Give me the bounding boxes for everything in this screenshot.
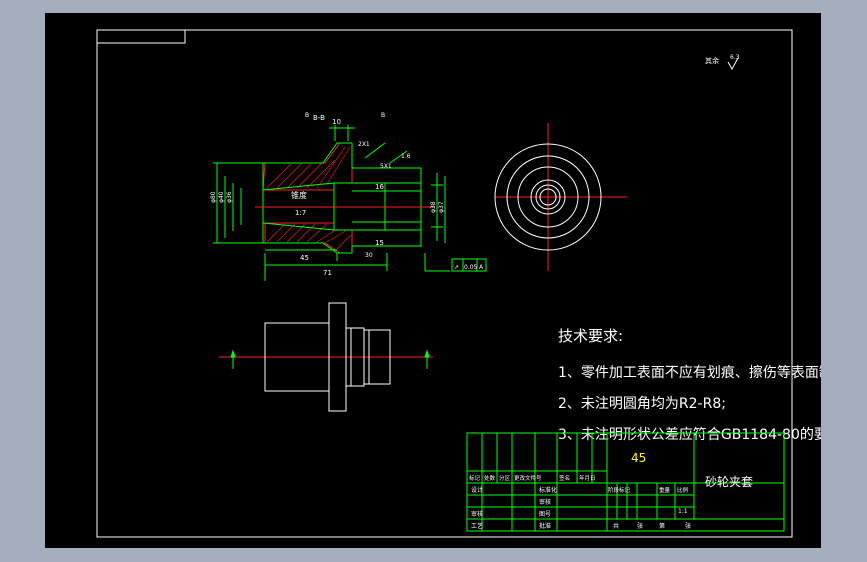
sheet-total-unit: 张 <box>637 522 643 530</box>
section-dimensions <box>213 125 487 281</box>
scale-value: 1:1 <box>678 508 688 515</box>
hdr-weight: 重量 <box>659 486 671 494</box>
runout-symbol: ↗ <box>454 264 459 271</box>
dim-15: 15 <box>375 239 384 247</box>
lbl-review: 审核 <box>471 510 483 518</box>
drawing-sheet: 其余 6.3 B-B B B 10 2X1 1.6 5X1 16 15 45 7… <box>45 13 821 548</box>
lbl-drawing-no: 图号 <box>539 511 551 518</box>
dim-5x1: 5X1 <box>380 163 392 170</box>
roughness-note: 其余 <box>705 56 719 65</box>
dim-45: 45 <box>300 254 309 262</box>
dia-37: φ37 <box>438 201 445 213</box>
hdr-count: 处数 <box>484 474 496 482</box>
cad-drawing: 其余 6.3 B-B B B 10 2X1 1.6 5X1 16 15 45 7… <box>96 29 821 538</box>
dia-36: φ36 <box>226 191 233 203</box>
tech-line-2: 2、未注明圆角均为R2-R8; <box>558 396 726 412</box>
tech-line-1: 1、零件加工表面不应有划痕、擦伤等表面缺陷; <box>558 364 821 381</box>
material: 45 <box>631 451 646 465</box>
section-mark-right: B <box>381 112 385 119</box>
lbl-approve: 批准 <box>539 522 551 530</box>
dim-16: 16 <box>375 183 384 191</box>
sheet-num-unit: 张 <box>685 522 691 530</box>
dia-80: φ80 <box>210 191 217 203</box>
datum-letter: A <box>479 264 484 271</box>
tech-line-3: 3、未注明形状公差应符合GB1184-80的要求。 <box>558 426 821 443</box>
section-label: B-B <box>313 114 325 122</box>
taper-ratio: 1:7 <box>295 209 306 217</box>
part-name: 砂轮夹套 <box>705 475 753 489</box>
sheet-info: 共 张 第 张 <box>613 522 691 530</box>
dim-10: 10 <box>332 118 341 126</box>
dim-30: 30 <box>365 252 373 259</box>
hdr-date: 年月日 <box>579 474 596 482</box>
hdr-scale: 比例 <box>677 486 689 494</box>
sheet-num: 第 <box>659 522 665 530</box>
hdr-change-doc: 更改文件号 <box>514 474 542 482</box>
hatch-lines <box>266 146 352 250</box>
tech-title: 技术要求: <box>558 327 623 345</box>
dim-71: 71 <box>323 269 332 277</box>
hdr-zone: 分区 <box>499 474 511 482</box>
roughness-value: 6.3 <box>730 54 740 61</box>
drawing-frame <box>96 29 793 538</box>
hdr-stage: 阶段标记 <box>608 486 631 494</box>
dim-2x1: 2X1 <box>358 141 370 148</box>
dia-40: φ40 <box>218 191 225 203</box>
lbl-process: 工艺 <box>471 522 483 530</box>
dia-38: φ38 <box>430 201 437 213</box>
stage-headers: 阶段标记 重量 比例 <box>608 486 689 494</box>
section-mark-left: B <box>305 112 309 119</box>
title-block-left-labels: 设计 审核 工艺 标准化 审核 图号 批准 <box>471 486 557 530</box>
section-hatching <box>262 142 353 254</box>
hdr-sign: 签名 <box>559 474 570 482</box>
dim-1-6: 1.6 <box>401 153 411 160</box>
lbl-standard: 标准化 <box>539 486 557 494</box>
taper-label: 锥度 <box>291 190 307 200</box>
runout-value: 0.05 <box>464 264 478 271</box>
hdr-mark: 标记 <box>469 474 481 482</box>
view-arrows <box>230 349 430 369</box>
lbl-review-2: 审核 <box>539 498 551 506</box>
lbl-design: 设计 <box>471 486 483 494</box>
inverted-tag-box <box>96 29 186 44</box>
sheet-total: 共 <box>613 522 619 530</box>
